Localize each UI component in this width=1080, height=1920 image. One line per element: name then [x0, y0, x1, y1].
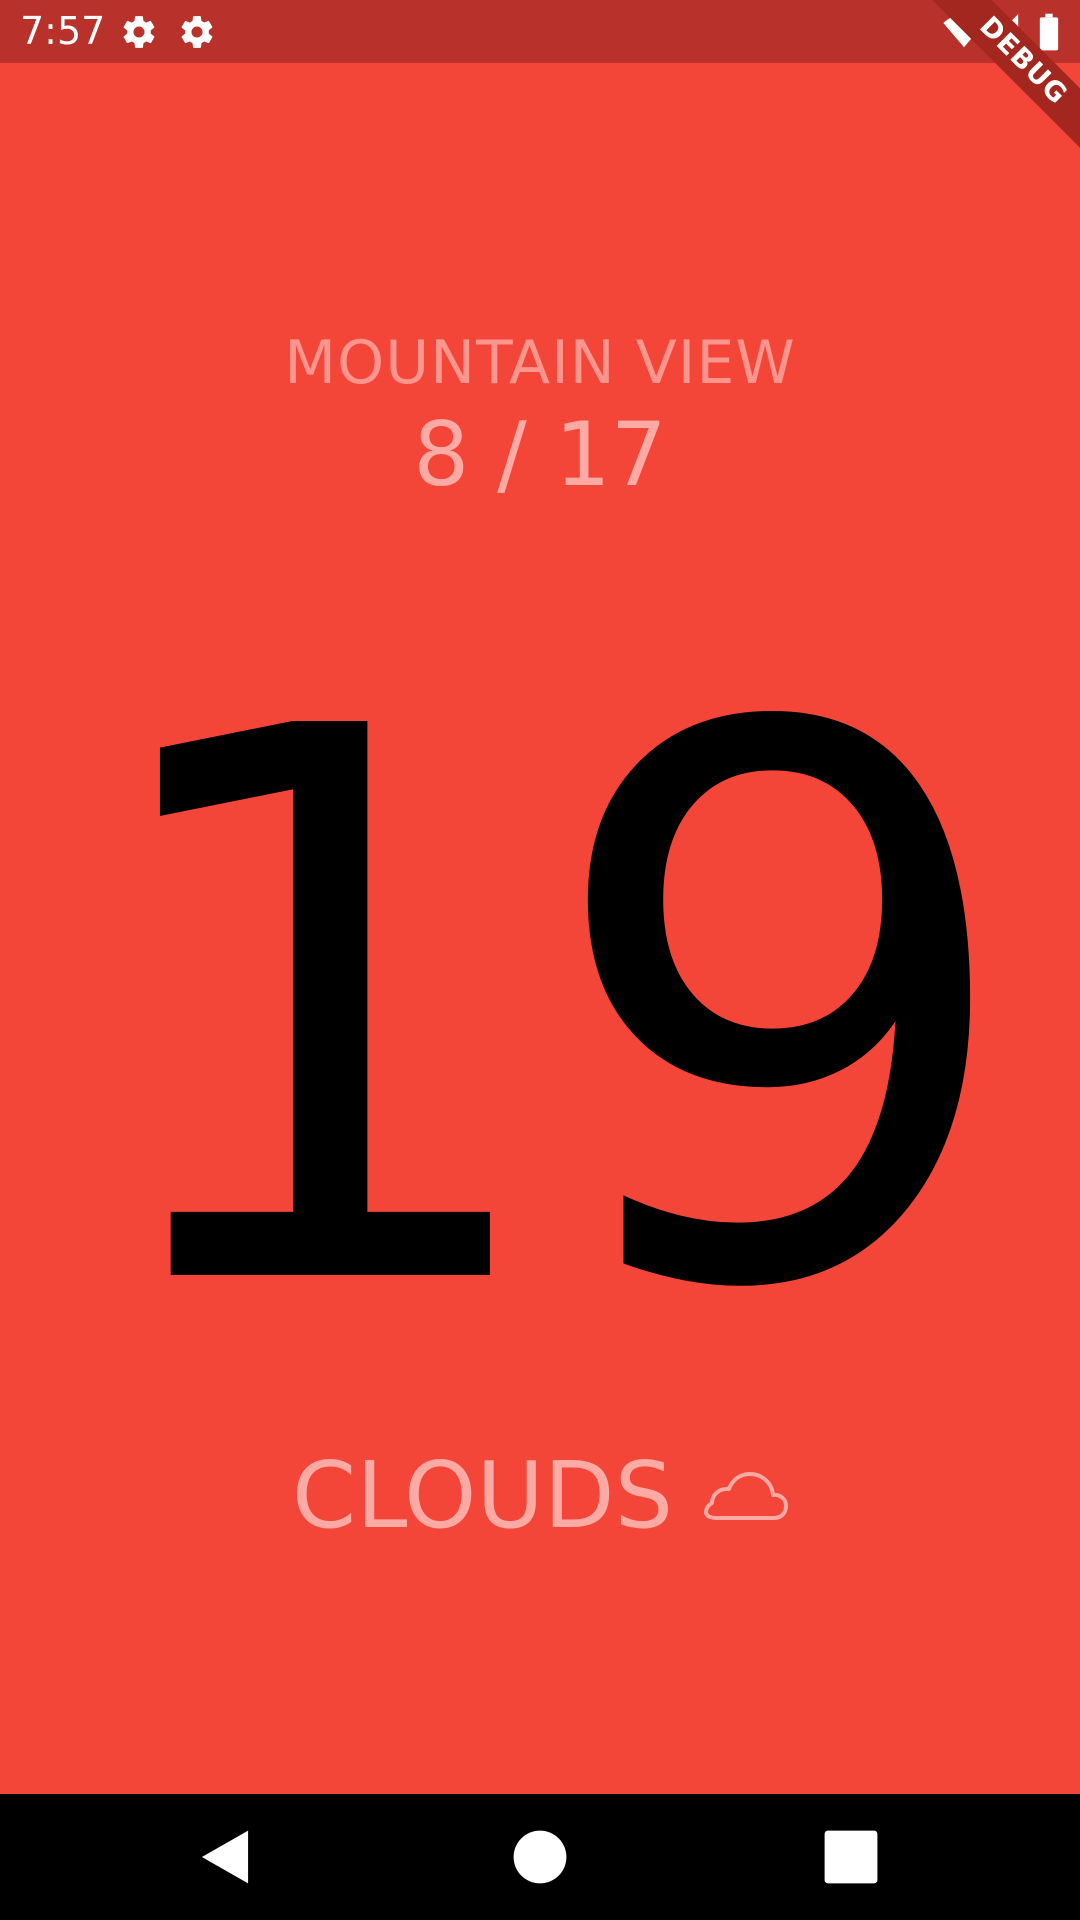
home-icon[interactable] [507, 1824, 573, 1890]
recents-icon[interactable] [818, 1824, 884, 1890]
city-name: MOUNTAIN VIEW [284, 328, 796, 398]
condition-row: CLOUDS [0, 1441, 1080, 1551]
battery-icon [1039, 13, 1059, 51]
status-bar: 7:57 [0, 0, 1080, 63]
navigation-bar [0, 1794, 1080, 1920]
temperature-value: 19 [76, 571, 1023, 1455]
forecast-date: 8 / 17 [413, 403, 667, 506]
condition-label: CLOUDS [291, 1442, 674, 1549]
gear-icon [123, 16, 155, 48]
gear-icon [181, 16, 213, 48]
back-icon[interactable] [192, 1824, 258, 1890]
status-time: 7:57 [20, 9, 106, 53]
weather-screen: MOUNTAIN VIEW 8 / 17 19 CLOUDS [0, 63, 1080, 1794]
phone-screen: 7:57 MOUNTAIN VIEW 8 / 17 19 CLOUDS DEBU… [0, 0, 1080, 1920]
cloud-icon [704, 1472, 789, 1520]
